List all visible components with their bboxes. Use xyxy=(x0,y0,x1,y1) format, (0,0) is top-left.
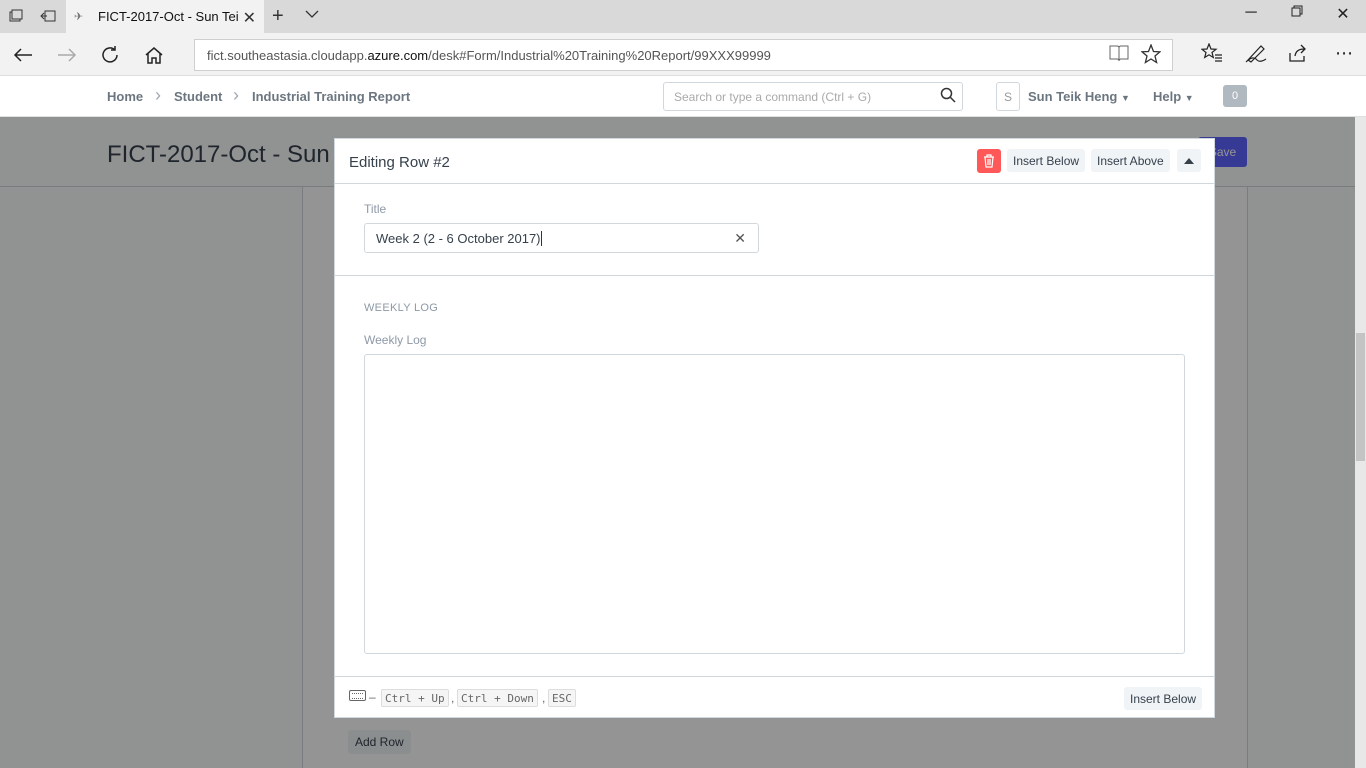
shortcut-esc: ESC xyxy=(548,689,576,707)
page-favicon-icon: ✈ xyxy=(74,11,84,23)
trash-icon xyxy=(984,154,994,168)
delete-row-button[interactable] xyxy=(977,149,1001,173)
home-icon[interactable] xyxy=(141,43,167,67)
breadcrumb-home[interactable]: Home xyxy=(107,89,143,104)
breadcrumb-student[interactable]: Student xyxy=(174,89,222,104)
title-section: Title Week 2 (2 - 6 October 2017) ✕ xyxy=(335,184,1214,276)
clear-input-icon[interactable]: ✕ xyxy=(734,230,746,247)
notification-badge[interactable]: 0 xyxy=(1223,85,1247,107)
favorite-star-icon[interactable] xyxy=(1140,43,1162,69)
back-icon[interactable] xyxy=(10,43,36,67)
insert-below-button[interactable]: Insert Below xyxy=(1007,149,1086,172)
weekly-log-textarea[interactable] xyxy=(364,354,1185,654)
shortcut-ctrl-down: Ctrl + Down xyxy=(457,689,538,707)
caret-down-icon: ▼ xyxy=(1184,93,1194,103)
grid-row-form: Editing Row #2 Insert Below Insert Above… xyxy=(334,138,1215,718)
title-field-label: Title xyxy=(364,202,387,216)
grid-row-form-header: Editing Row #2 Insert Below Insert Above xyxy=(335,139,1214,184)
refresh-icon[interactable] xyxy=(97,43,123,67)
chevron-right-icon: › xyxy=(233,85,239,105)
tab-title: FICT-2017-Oct - Sun Tei xyxy=(98,9,238,24)
search-icon xyxy=(940,87,956,107)
reading-view-icon[interactable] xyxy=(1109,44,1129,67)
page-scrollbar[interactable] xyxy=(1355,117,1366,768)
close-tab-icon[interactable]: ✕ xyxy=(243,8,256,28)
shortcut-separator: , xyxy=(451,691,455,705)
help-menu[interactable]: Help ▼ xyxy=(1153,89,1194,104)
weekly-log-label: Weekly Log xyxy=(364,333,427,347)
help-label: Help xyxy=(1153,89,1182,104)
url-field[interactable]: fict.southeastasia.cloudapp. azure.com/de… xyxy=(194,39,1173,71)
user-menu[interactable]: Sun Teik Heng ▼ xyxy=(1028,89,1130,104)
caret-down-icon: ▼ xyxy=(1120,93,1130,103)
new-tab-icon[interactable]: + xyxy=(272,5,284,28)
shortcut-dash: – xyxy=(369,690,376,704)
avatar[interactable]: S xyxy=(996,82,1020,111)
breadcrumb-industrial-training-report[interactable]: Industrial Training Report xyxy=(252,89,410,104)
app-navbar: Home › Student › Industrial Training Rep… xyxy=(0,76,1366,117)
search-placeholder: Search or type a command (Ctrl + G) xyxy=(674,89,872,104)
url-domain: azure.com xyxy=(367,47,429,63)
tab-manager-icon[interactable] xyxy=(6,6,26,26)
shortcut-separator: , xyxy=(542,691,546,705)
close-window-icon[interactable]: ✕ xyxy=(1328,4,1358,24)
title-input[interactable]: Week 2 (2 - 6 October 2017) ✕ xyxy=(364,223,759,253)
insert-above-button[interactable]: Insert Above xyxy=(1091,149,1170,172)
minimize-icon[interactable]: ─ xyxy=(1236,4,1266,22)
url-path: /desk#Form/Industrial%20Training%20Repor… xyxy=(428,47,771,63)
awesomebar-search-input[interactable]: Search or type a command (Ctrl + G) xyxy=(663,82,963,111)
section-heading: WEEKLY LOG xyxy=(364,302,439,314)
grid-row-form-footer: – Ctrl + Up , Ctrl + Down , ESC Insert B… xyxy=(335,676,1214,717)
url-prefix: fict.southeastasia.cloudapp. xyxy=(207,47,368,63)
scrollbar-thumb[interactable] xyxy=(1356,333,1365,461)
web-note-icon[interactable] xyxy=(1242,43,1270,68)
keyboard-icon xyxy=(349,690,366,701)
tab-current[interactable]: ✈ FICT-2017-Oct - Sun Tei ✕ xyxy=(66,0,264,33)
share-icon[interactable] xyxy=(1285,43,1313,68)
more-options-icon[interactable]: ⋯ xyxy=(1330,43,1358,64)
shortcut-ctrl-up: Ctrl + Up xyxy=(381,689,449,707)
grid-row-form-title: Editing Row #2 xyxy=(349,154,450,171)
favorites-hub-icon[interactable] xyxy=(1198,42,1226,68)
text-cursor xyxy=(540,230,542,246)
chevron-down-icon[interactable] xyxy=(305,8,319,22)
user-name: Sun Teik Heng xyxy=(1028,89,1118,104)
chevron-right-icon: › xyxy=(155,85,161,105)
restore-icon[interactable] xyxy=(1282,4,1312,22)
collapse-row-button[interactable] xyxy=(1177,149,1201,172)
set-aside-tabs-icon[interactable] xyxy=(38,6,58,26)
footer-insert-below-button[interactable]: Insert Below xyxy=(1124,687,1203,710)
browser-address-bar: fict.southeastasia.cloudapp. azure.com/de… xyxy=(0,33,1366,76)
title-input-value: Week 2 (2 - 6 October 2017) xyxy=(376,230,541,246)
forward-icon[interactable] xyxy=(54,43,80,67)
caret-up-icon xyxy=(1184,157,1194,164)
browser-tab-bar: ✈ FICT-2017-Oct - Sun Tei ✕ + ─ ✕ xyxy=(0,0,1366,33)
